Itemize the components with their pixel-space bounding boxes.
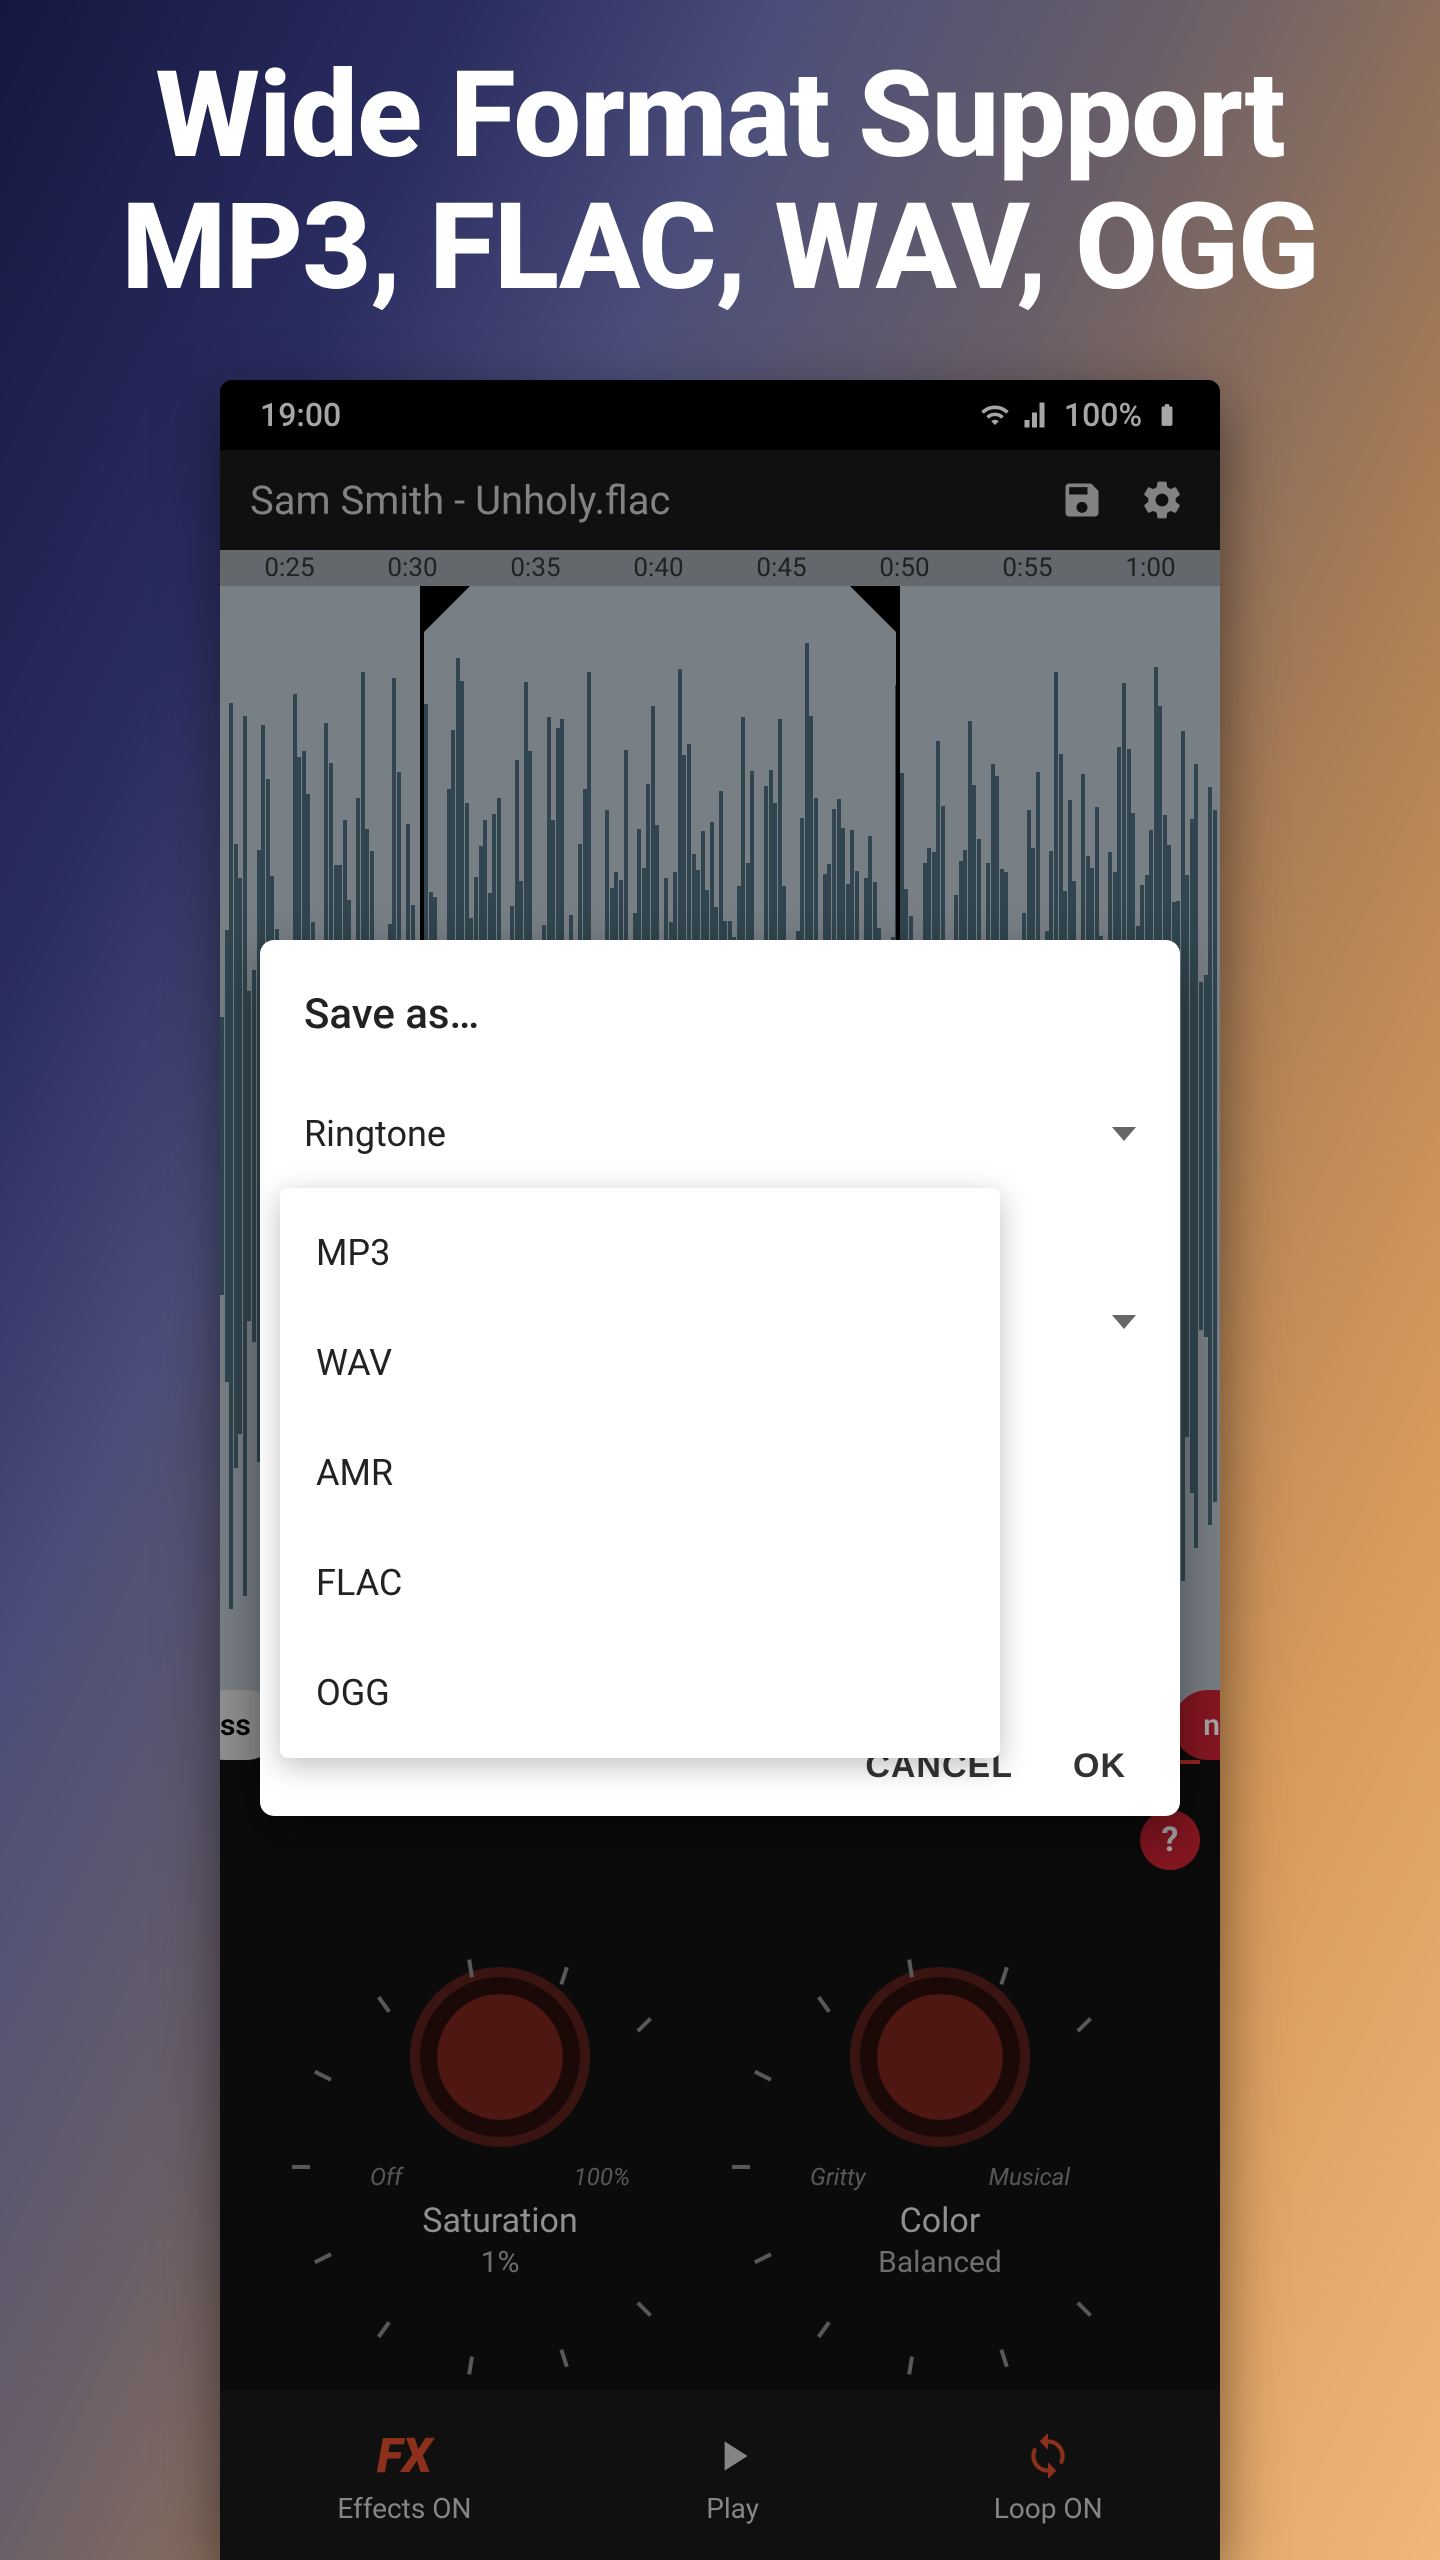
status-bar: 19:00 100%: [220, 380, 1220, 450]
type-select[interactable]: Ringtone: [304, 1089, 1136, 1179]
fx-icon: FX: [337, 2426, 471, 2486]
help-button[interactable]: ?: [1140, 1810, 1200, 1870]
right-pill[interactable]: n: [1173, 1690, 1220, 1760]
tick: 0:40: [597, 553, 720, 583]
color-group: Gritty Musical Color Balanced: [810, 1967, 1070, 2280]
bottom-bar: FX Effects ON Play Loop ON: [220, 2390, 1220, 2560]
save-dialog: Save as… Ringtone MP3 WAV AMR FLAC OGG C…: [260, 940, 1180, 1816]
color-right-label: Musical: [989, 2163, 1070, 2191]
wifi-icon: [980, 400, 1010, 430]
headline-line1: Wide Format Support: [0, 50, 1440, 182]
status-right: 100%: [980, 396, 1180, 434]
lower-panel: ss n ? Off 100% Saturation 1%: [220, 1730, 1220, 2560]
save-button[interactable]: [1054, 472, 1110, 528]
ok-button[interactable]: OK: [1073, 1747, 1126, 1786]
color-value: Balanced: [810, 2245, 1070, 2280]
play-button[interactable]: Play: [706, 2426, 759, 2525]
format-option-flac[interactable]: FLAC: [280, 1528, 1000, 1638]
saturation-knob[interactable]: [410, 1967, 590, 2147]
signal-icon: [1022, 400, 1052, 430]
gear-icon: [1140, 478, 1184, 522]
tick: 0:55: [966, 553, 1089, 583]
tick: 0:25: [228, 553, 351, 583]
color-knob[interactable]: [850, 1967, 1030, 2147]
fx-button[interactable]: FX Effects ON: [337, 2426, 471, 2525]
tick: 0:45: [720, 553, 843, 583]
promo-headline: Wide Format Support MP3, FLAC, WAV, OGG: [0, 50, 1440, 314]
chevron-down-icon: [1112, 1127, 1136, 1141]
loop-icon: [1023, 2431, 1073, 2481]
file-title: Sam Smith - Unholy.flac: [250, 477, 1030, 524]
format-dropdown: MP3 WAV AMR FLAC OGG: [280, 1188, 1000, 1758]
loop-button[interactable]: Loop ON: [994, 2426, 1103, 2525]
color-title: Color: [810, 2201, 1070, 2241]
sat-value: 1%: [370, 2245, 630, 2280]
format-option-wav[interactable]: WAV: [280, 1308, 1000, 1418]
sat-left-label: Off: [370, 2163, 402, 2191]
format-option-mp3[interactable]: MP3: [280, 1198, 1000, 1308]
tick: 0:30: [351, 553, 474, 583]
sat-title: Saturation: [370, 2201, 630, 2241]
play-icon: [708, 2431, 758, 2481]
tick: 0:50: [843, 553, 966, 583]
loop-label: Loop ON: [994, 2492, 1103, 2525]
tick: 1:00: [1089, 553, 1212, 583]
app-header: Sam Smith - Unholy.flac: [220, 450, 1220, 550]
sat-right-label: 100%: [574, 2163, 630, 2191]
chevron-down-icon: [1112, 1315, 1136, 1329]
battery-pct: 100%: [1064, 396, 1142, 434]
type-selected: Ringtone: [304, 1113, 446, 1155]
settings-button[interactable]: [1134, 472, 1190, 528]
format-option-ogg[interactable]: OGG: [280, 1638, 1000, 1748]
dialog-title: Save as…: [304, 990, 1136, 1039]
battery-icon: [1154, 402, 1180, 428]
headline-line2: MP3, FLAC, WAV, OGG: [0, 182, 1440, 314]
saturation-group: Off 100% Saturation 1%: [370, 1967, 630, 2280]
play-label: Play: [706, 2492, 759, 2525]
format-option-amr[interactable]: AMR: [280, 1418, 1000, 1528]
fx-label: Effects ON: [337, 2492, 471, 2525]
tick: 0:35: [474, 553, 597, 583]
status-time: 19:00: [260, 396, 341, 434]
timeline-ruler: 0:25 0:30 0:35 0:40 0:45 0:50 0:55 1:00: [220, 550, 1220, 586]
color-left-label: Gritty: [810, 2163, 866, 2191]
save-icon: [1060, 478, 1104, 522]
phone-frame: 19:00 100% Sam Smith - Unholy.flac 0:25 …: [220, 380, 1220, 2560]
